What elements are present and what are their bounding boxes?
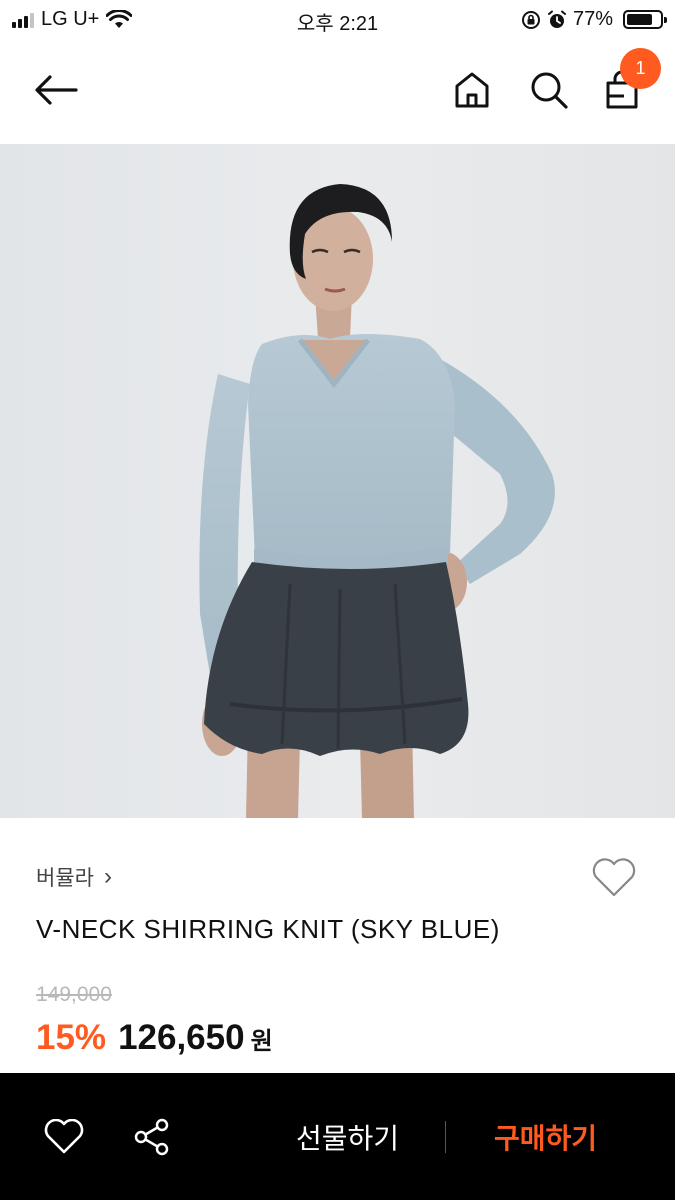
status-right: 77%	[521, 8, 667, 31]
orientation-lock-icon	[521, 10, 540, 29]
alarm-icon	[547, 10, 566, 28]
model-photo	[0, 144, 675, 818]
home-icon	[455, 72, 489, 108]
sale-price: 126,650	[118, 1018, 245, 1057]
search-button[interactable]	[527, 68, 571, 112]
currency-unit: 원	[250, 1028, 273, 1055]
back-arrow-icon	[35, 75, 78, 105]
home-button[interactable]	[450, 68, 494, 112]
battery-icon	[623, 10, 667, 29]
heart-icon	[44, 1119, 84, 1154]
cart-count-badge: 1	[620, 48, 661, 89]
nav-bar	[0, 38, 675, 144]
share-button[interactable]	[130, 1115, 174, 1159]
heart-outline-icon	[592, 858, 636, 897]
brand-link[interactable]: 버뮬라 ›	[36, 862, 112, 892]
brand-name: 버뮬라	[36, 867, 94, 890]
button-divider	[445, 1121, 446, 1153]
wishlist-button[interactable]	[590, 855, 638, 901]
product-name: V-NECK SHIRRING KNIT (SKY BLUE)	[36, 914, 500, 944]
search-icon	[531, 72, 568, 109]
status-bar: LG U+ 오후 2:21 77%	[0, 0, 675, 38]
discount-rate: 15%	[36, 1018, 107, 1057]
product-image[interactable]	[0, 144, 675, 818]
price-row: 15% 126,650 원	[36, 1018, 273, 1058]
buy-button[interactable]: 구매하기	[468, 1111, 623, 1163]
battery-percent: 77%	[572, 8, 613, 30]
share-icon	[134, 1118, 169, 1156]
original-price: 149,000	[36, 983, 112, 1006]
bottom-wishlist-button[interactable]	[42, 1115, 86, 1159]
back-button[interactable]	[28, 66, 84, 114]
bottom-action-bar: 선물하기 구매하기	[0, 1073, 675, 1200]
chevron-right-icon: ›	[103, 863, 112, 890]
gift-button[interactable]: 선물하기	[270, 1111, 425, 1163]
